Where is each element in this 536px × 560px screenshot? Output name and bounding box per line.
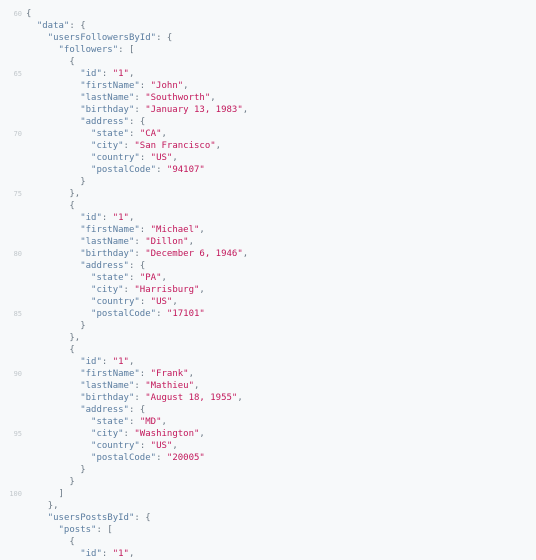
code-line: "postalCode": "94107" xyxy=(26,164,536,176)
code-line: "city": "San Francisco", xyxy=(26,140,536,152)
code-line: "firstName": "Michael", xyxy=(26,224,536,236)
line-number xyxy=(0,80,22,92)
code-line: { xyxy=(26,8,536,20)
line-number xyxy=(0,272,22,284)
code-line: }, xyxy=(26,188,536,200)
line-number xyxy=(0,224,22,236)
code-line: } xyxy=(26,476,536,488)
line-number: 85 xyxy=(0,308,22,320)
line-number xyxy=(0,152,22,164)
code-line: } xyxy=(26,176,536,188)
line-number xyxy=(0,440,22,452)
code-line: "id": "1", xyxy=(26,68,536,80)
line-number xyxy=(0,320,22,332)
line-number xyxy=(0,44,22,56)
line-number xyxy=(0,284,22,296)
line-number xyxy=(0,92,22,104)
line-number xyxy=(0,20,22,32)
code-line: "lastName": "Dillon", xyxy=(26,236,536,248)
code-content[interactable]: { "data": { "usersFollowersById": { "fol… xyxy=(26,8,536,560)
line-number: 65 xyxy=(0,68,22,80)
code-line: "address": { xyxy=(26,404,536,416)
code-line: "city": "Washington", xyxy=(26,428,536,440)
code-line: "followers": [ xyxy=(26,44,536,56)
code-line: "id": "1", xyxy=(26,548,536,560)
code-line: { xyxy=(26,536,536,548)
line-number xyxy=(0,332,22,344)
code-line: "usersFollowersById": { xyxy=(26,32,536,44)
code-line: "posts": [ xyxy=(26,524,536,536)
line-number: 100 xyxy=(0,488,22,500)
line-number xyxy=(0,524,22,536)
code-line: "birthday": "August 18, 1955", xyxy=(26,392,536,404)
line-number xyxy=(0,296,22,308)
line-number xyxy=(0,476,22,488)
line-number xyxy=(0,260,22,272)
code-line: "usersPostsById": { xyxy=(26,512,536,524)
code-line: } xyxy=(26,320,536,332)
code-line: "birthday": "December 6, 1946", xyxy=(26,248,536,260)
code-line: "postalCode": "17101" xyxy=(26,308,536,320)
code-line: "birthday": "January 13, 1983", xyxy=(26,104,536,116)
line-number xyxy=(0,404,22,416)
line-number xyxy=(0,236,22,248)
code-line: } xyxy=(26,464,536,476)
code-line: { xyxy=(26,56,536,68)
line-number xyxy=(0,104,22,116)
line-number xyxy=(0,32,22,44)
code-line: "postalCode": "20005" xyxy=(26,452,536,464)
line-number xyxy=(0,140,22,152)
code-line: "country": "US", xyxy=(26,152,536,164)
line-number xyxy=(0,416,22,428)
line-number xyxy=(0,512,22,524)
line-number xyxy=(0,548,22,560)
line-number xyxy=(0,212,22,224)
line-number xyxy=(0,344,22,356)
line-number xyxy=(0,452,22,464)
code-line: { xyxy=(26,344,536,356)
code-line: "city": "Harrisburg", xyxy=(26,284,536,296)
code-line: "country": "US", xyxy=(26,296,536,308)
code-line: "lastName": "Mathieu", xyxy=(26,380,536,392)
code-line: "id": "1", xyxy=(26,212,536,224)
line-number-gutter: 60 65 70 75 80 85 90 95 100 xyxy=(0,8,26,560)
code-line: "id": "1", xyxy=(26,356,536,368)
line-number xyxy=(0,200,22,212)
line-number: 95 xyxy=(0,428,22,440)
code-line: }, xyxy=(26,332,536,344)
line-number: 80 xyxy=(0,248,22,260)
code-line: "country": "US", xyxy=(26,440,536,452)
line-number xyxy=(0,356,22,368)
json-editor: 60 65 70 75 80 85 90 95 100 { "data": { "usersFo… xyxy=(0,0,536,560)
line-number: 70 xyxy=(0,128,22,140)
line-number xyxy=(0,464,22,476)
code-line: "state": "MD", xyxy=(26,416,536,428)
code-line: ] xyxy=(26,488,536,500)
code-line: "address": { xyxy=(26,116,536,128)
code-line: "data": { xyxy=(26,20,536,32)
line-number xyxy=(0,116,22,128)
line-number xyxy=(0,392,22,404)
line-number xyxy=(0,536,22,548)
line-number xyxy=(0,56,22,68)
line-number: 90 xyxy=(0,368,22,380)
code-line: "address": { xyxy=(26,260,536,272)
line-number: 75 xyxy=(0,188,22,200)
line-number xyxy=(0,164,22,176)
line-number: 60 xyxy=(0,8,22,20)
code-line: { xyxy=(26,200,536,212)
code-line: "state": "CA", xyxy=(26,128,536,140)
code-line: "firstName": "Frank", xyxy=(26,368,536,380)
code-line: "lastName": "Southworth", xyxy=(26,92,536,104)
line-number xyxy=(0,380,22,392)
code-line: }, xyxy=(26,500,536,512)
code-line: "firstName": "John", xyxy=(26,80,536,92)
code-line: "state": "PA", xyxy=(26,272,536,284)
line-number xyxy=(0,176,22,188)
line-number xyxy=(0,500,22,512)
